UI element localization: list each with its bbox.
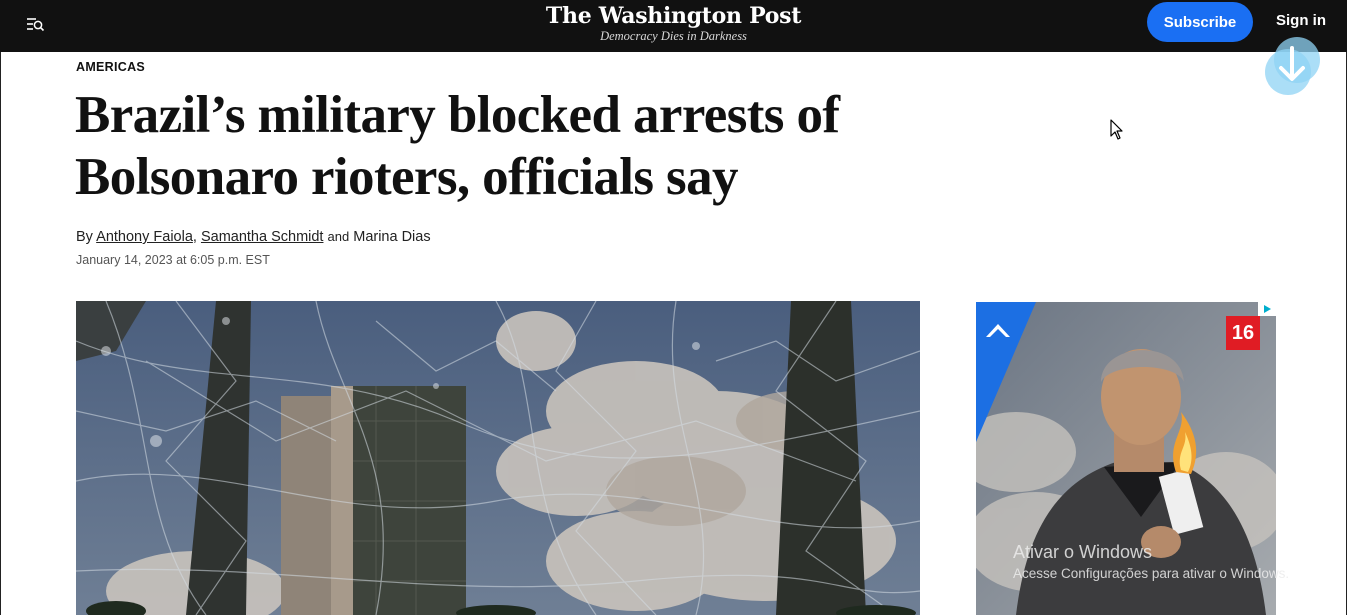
mouse-cursor-icon: [1110, 119, 1124, 141]
byline-conjunction: and: [327, 229, 350, 244]
advertisement[interactable]: 16: [976, 302, 1276, 615]
download-icon[interactable]: [1262, 36, 1324, 98]
byline: By Anthony Faiola, Samantha Schmidt and …: [76, 229, 431, 245]
author-marina-dias: Marina Dias: [353, 229, 431, 245]
article-headline: Brazil’s military blocked arrests of Bol…: [75, 84, 935, 208]
headline-line-1: Brazil’s military blocked arrests of: [75, 86, 840, 144]
window-border-left: [0, 52, 1, 615]
byline-separator: ,: [192, 229, 197, 245]
headline-line-2: Bolsonaro rioters, officials say: [75, 148, 738, 206]
site-logo[interactable]: The Washington Post: [0, 2, 1347, 30]
author-link-samantha-schmidt[interactable]: Samantha Schmidt: [201, 229, 324, 245]
hero-image[interactable]: [76, 301, 920, 615]
byline-prefix: By: [76, 229, 93, 245]
masthead: The Washington Post Democracy Dies in Da…: [0, 0, 1347, 44]
adchoices-icon[interactable]: [1258, 302, 1276, 316]
top-navigation-bar: The Washington Post Democracy Dies in Da…: [0, 0, 1347, 52]
author-link-anthony-faiola[interactable]: Anthony Faiola: [96, 229, 193, 245]
section-kicker[interactable]: AMERICAS: [76, 60, 145, 74]
site-tagline: Democracy Dies in Darkness: [600, 29, 747, 43]
age-rating-badge: 16: [1226, 316, 1260, 350]
publish-date: January 14, 2023 at 6:05 p.m. EST: [76, 253, 270, 267]
subscribe-button[interactable]: Subscribe: [1147, 2, 1253, 42]
sign-in-link[interactable]: Sign in: [1276, 12, 1326, 30]
